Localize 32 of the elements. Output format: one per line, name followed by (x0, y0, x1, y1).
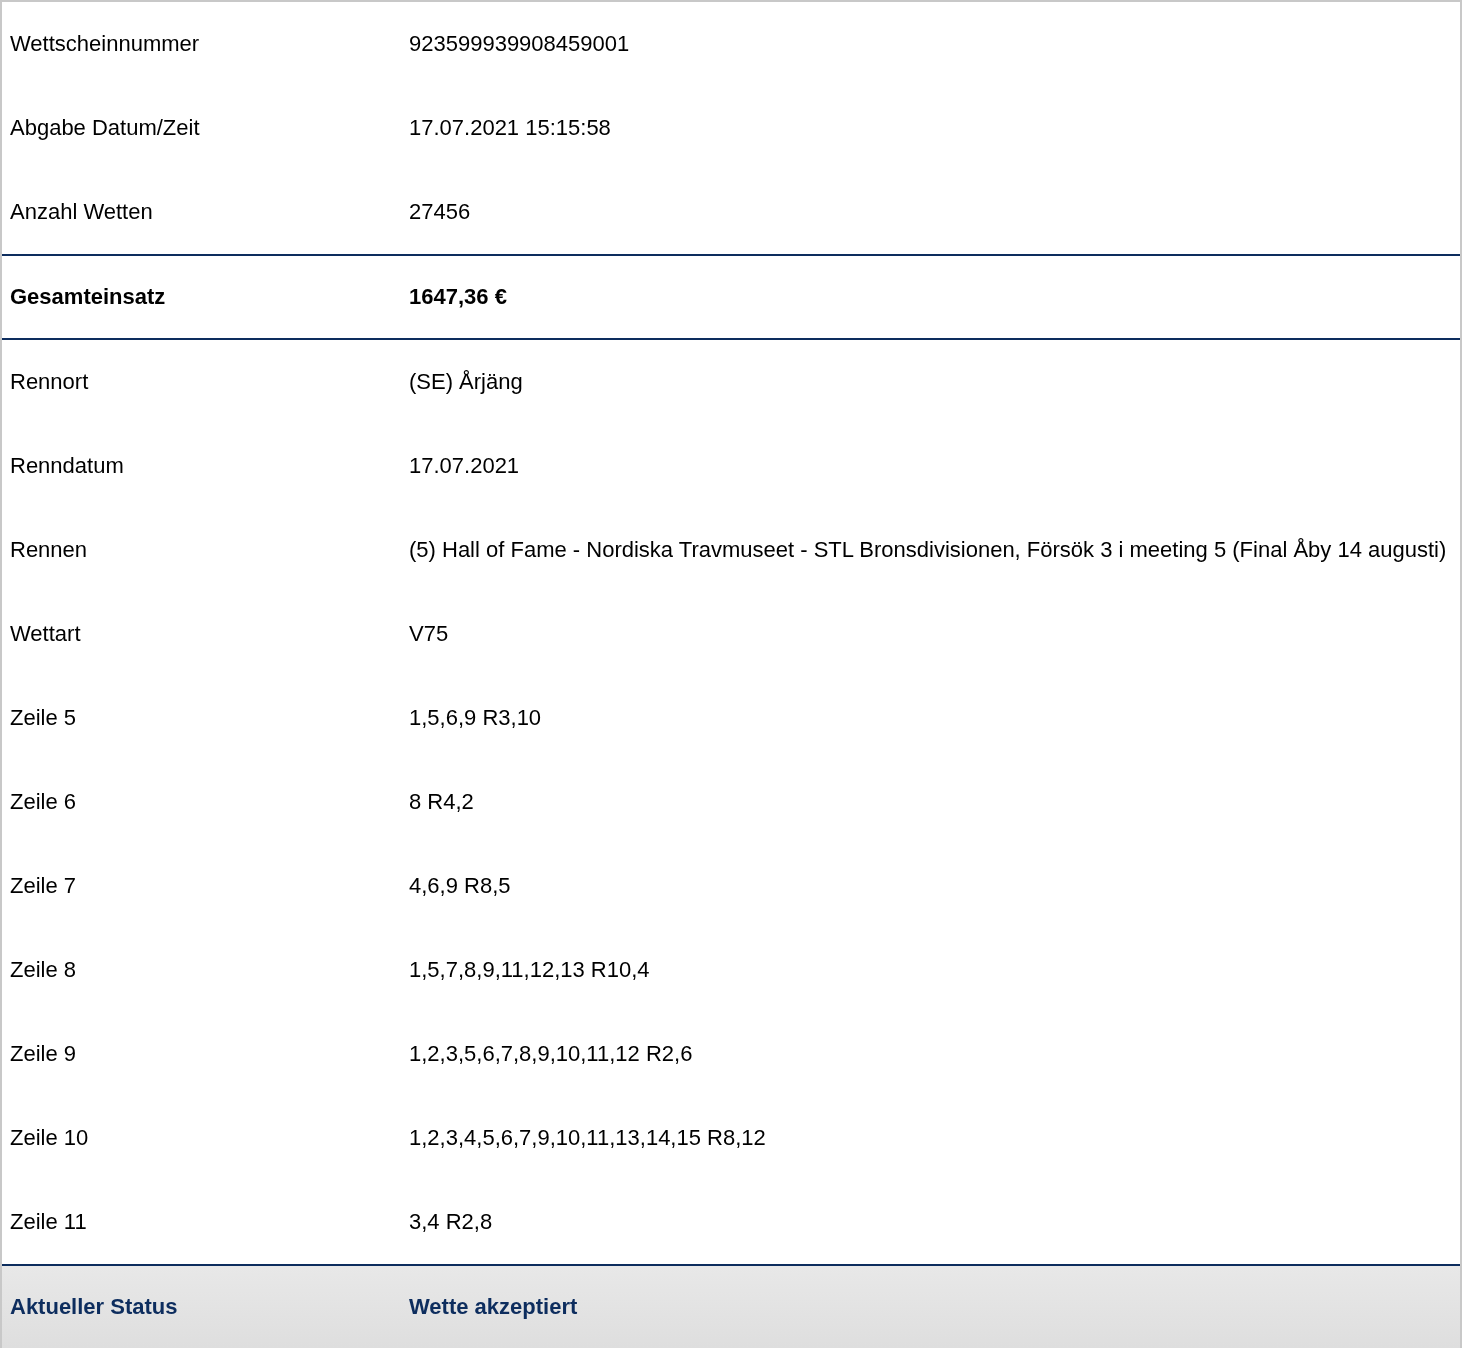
field-value: (5) Hall of Fame - Nordiska Travmuseet - STL Bronsdivisionen, Försök 3 i meeting 5 (Final Åby 14 augusti) (409, 536, 1448, 564)
field-label: Zeile 10 (10, 1125, 90, 1151)
field-value: 17.07.2021 (409, 452, 521, 480)
field-value: 923599939908459001 (409, 30, 631, 58)
field-label: Zeile 5 (10, 705, 78, 731)
field-value: 17.07.2021 15:15:58 (409, 114, 612, 142)
field-label: Zeile 11 (10, 1209, 88, 1235)
field-label: Zeile 8 (10, 957, 78, 983)
field-label: Zeile 9 (10, 1041, 78, 1067)
field-value: 3,4 R2,8 (409, 1208, 494, 1236)
field-label: Rennort (10, 369, 90, 395)
field-label: Wettart (10, 621, 82, 647)
field-label: Zeile 6 (10, 789, 78, 815)
field-value: 8 R4,2 (409, 788, 475, 816)
field-label: Renndatum (10, 453, 125, 479)
field-value: Wette akzeptiert (409, 1293, 579, 1321)
field-label: Gesamteinsatz (10, 284, 167, 310)
field-value: (SE) Årjäng (409, 368, 524, 396)
field-value: 4,6,9 R8,5 (409, 872, 512, 900)
field-value: 27456 (409, 198, 472, 226)
field-label: Rennen (10, 537, 89, 563)
field-label: Aktueller Status (10, 1294, 179, 1320)
field-label: Zeile 7 (10, 873, 78, 899)
field-value: 1647,36 € (409, 283, 508, 311)
field-value: 1,2,3,4,5,6,7,9,10,11,13,14,15 R8,12 (409, 1124, 767, 1152)
field-value: 1,2,3,5,6,7,8,9,10,11,12 R2,6 (409, 1040, 694, 1068)
field-value: V75 (409, 620, 450, 648)
field-value: 1,5,7,8,9,11,12,13 R10,4 (409, 956, 651, 984)
field-value: 1,5,6,9 R3,10 (409, 704, 543, 732)
field-label: Anzahl Wetten (10, 199, 154, 225)
field-label: Wettscheinnummer (10, 31, 201, 57)
field-label: Abgabe Datum/Zeit (10, 115, 201, 141)
